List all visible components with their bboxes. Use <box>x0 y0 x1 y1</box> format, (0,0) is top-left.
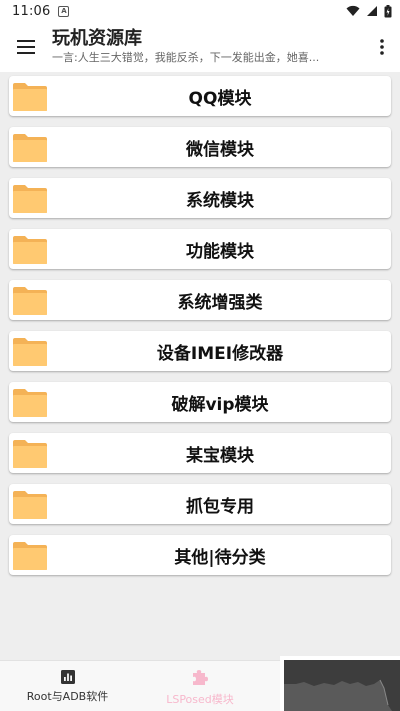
wifi-icon <box>346 5 360 16</box>
module-label: 设备IMEI修改器 <box>156 343 284 364</box>
module-label: QQ模块 <box>188 88 252 109</box>
tab-root-adb[interactable]: Root与ADB软件 <box>10 661 125 711</box>
module-item-function[interactable]: 功能模块 <box>9 229 391 269</box>
signal-icon <box>367 6 377 16</box>
module-item-other[interactable]: 其他|待分类 <box>9 535 391 575</box>
module-label: 系统增强类 <box>177 292 263 313</box>
module-item-packet-capture[interactable]: 抓包专用 <box>9 484 391 524</box>
folder-icon <box>13 389 47 417</box>
page-subtitle: 一言:人生三大错觉，我能反杀，下一发能出金，她喜... <box>52 51 320 64</box>
module-item-qq[interactable]: QQ模块 <box>9 76 391 116</box>
folder-icon <box>13 134 47 162</box>
hamburger-menu-icon <box>17 40 35 54</box>
bar-chart-icon <box>60 669 75 684</box>
menu-button[interactable] <box>0 22 52 72</box>
more-options-button[interactable] <box>364 22 400 72</box>
folder-icon <box>13 542 47 570</box>
module-label: 微信模块 <box>186 139 254 160</box>
folder-icon <box>13 440 47 468</box>
tab-lsposed[interactable]: LSPosed模块 <box>145 661 255 711</box>
folder-icon <box>13 236 47 264</box>
tab-lsposed-label: LSPosed模块 <box>166 692 234 706</box>
more-vert-icon <box>380 39 384 55</box>
notification-icon: A <box>58 5 70 17</box>
module-label: 抓包专用 <box>186 496 254 517</box>
puzzle-icon <box>193 669 208 685</box>
module-label: 其他|待分类 <box>174 547 266 568</box>
app-bar: 玩机资源库 一言:人生三大错觉，我能反杀，下一发能出金，她喜... <box>0 22 400 72</box>
module-item-wechat[interactable]: 微信模块 <box>9 127 391 167</box>
thumbnail-image <box>284 660 400 711</box>
page-title: 玩机资源库 <box>52 28 142 49</box>
status-icons <box>346 4 392 18</box>
tab-root-adb-label: Root与ADB软件 <box>26 689 109 703</box>
module-label: 某宝模块 <box>186 445 254 466</box>
folder-icon <box>13 287 47 315</box>
thumbnail-graphic <box>284 660 400 711</box>
module-item-vip[interactable]: 破解vip模块 <box>9 382 391 422</box>
module-item-imei[interactable]: 设备IMEI修改器 <box>9 331 391 371</box>
module-label: 系统模块 <box>186 190 254 211</box>
folder-icon <box>13 83 47 111</box>
folder-icon <box>13 185 47 213</box>
status-time: 11:06 <box>12 3 51 19</box>
floating-thumbnail[interactable] <box>280 656 400 711</box>
module-item-system-enhance[interactable]: 系统增强类 <box>9 280 391 320</box>
module-label: 破解vip模块 <box>171 394 269 415</box>
battery-icon <box>384 4 392 17</box>
folder-icon <box>13 338 47 366</box>
module-item-taobao[interactable]: 某宝模块 <box>9 433 391 473</box>
title-area: 玩机资源库 一言:人生三大错觉，我能反杀，下一发能出金，她喜... <box>52 28 364 66</box>
status-bar: 11:06 A <box>0 0 400 22</box>
module-label: 功能模块 <box>186 241 254 262</box>
folder-icon <box>13 491 47 519</box>
module-item-system[interactable]: 系统模块 <box>9 178 391 218</box>
